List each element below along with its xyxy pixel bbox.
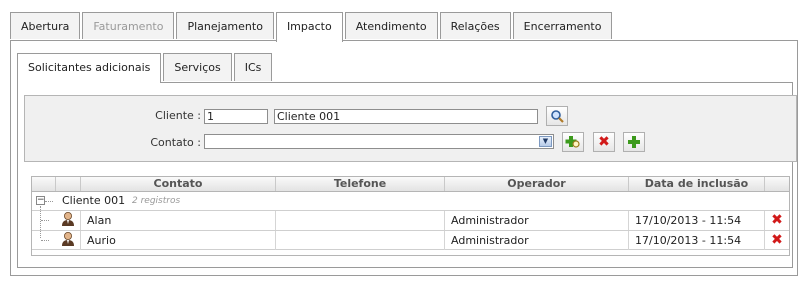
plus-icon	[628, 136, 640, 148]
cell-operador: Administrador	[445, 211, 629, 230]
tab-impacto[interactable]: Impacto	[275, 12, 343, 42]
chevron-down-icon[interactable]: ▼	[539, 136, 552, 147]
filter-box: Cliente : 1 Cliente 001 Contato : ▼ ✖	[24, 95, 797, 162]
cliente-code-input[interactable]: 1	[204, 109, 268, 124]
cell-data: 17/10/2013 - 11:54	[629, 231, 765, 250]
collapse-icon[interactable]: −	[36, 196, 45, 205]
contato-label: Contato :	[150, 136, 201, 149]
tab-abertura[interactable]: Abertura	[10, 12, 81, 39]
contacts-grid: Contato Telefone Operador Data de inclus…	[31, 176, 790, 256]
main-tab-bar: Abertura Faturamento Planejamento Impact…	[10, 12, 614, 42]
header-action-col	[765, 177, 789, 191]
tab-solicitantes-adicionais[interactable]: Solicitantes adicionais	[17, 53, 162, 83]
tab-ics[interactable]: ICs	[233, 53, 273, 81]
add-search-contato-button[interactable]	[562, 132, 584, 152]
cell-contato: Aurio	[81, 231, 276, 250]
sub-tab-bar: Solicitantes adicionais Serviços ICs	[17, 53, 274, 83]
group-row: − Cliente 001 2 registros	[32, 192, 789, 210]
search-cliente-button[interactable]	[546, 106, 568, 126]
add-contato-button[interactable]	[623, 132, 645, 152]
tab-faturamento: Faturamento	[82, 12, 175, 39]
table-row[interactable]: Aurio Administrador 17/10/2013 - 11:54 ✖	[32, 230, 789, 250]
tree-connector	[45, 201, 53, 202]
header-tree-col	[32, 177, 56, 191]
cell-data: 17/10/2013 - 11:54	[629, 211, 765, 230]
tab-relacoes[interactable]: Relações	[439, 12, 511, 39]
user-icon	[56, 211, 81, 230]
user-icon	[56, 231, 81, 250]
delete-row-icon[interactable]: ✖	[765, 211, 789, 230]
cliente-label: Cliente :	[155, 109, 201, 122]
tree-connector	[41, 240, 49, 241]
header-operador[interactable]: Operador	[445, 177, 629, 191]
header-data-inclusao[interactable]: Data de inclusão	[629, 177, 765, 191]
tab-servicos[interactable]: Serviços	[163, 53, 232, 81]
tree-connector	[41, 220, 49, 221]
cell-contato: Alan	[81, 211, 276, 230]
table-row[interactable]: Alan Administrador 17/10/2013 - 11:54 ✖	[32, 210, 789, 230]
add-search-icon	[565, 136, 580, 148]
group-count: 2 registros	[132, 196, 181, 206]
grid-header: Contato Telefone Operador Data de inclus…	[32, 177, 789, 192]
header-icon-col	[56, 177, 81, 191]
header-contato[interactable]: Contato	[81, 177, 276, 191]
delete-icon: ✖	[598, 133, 610, 150]
tab-encerramento[interactable]: Encerramento	[512, 12, 613, 39]
cell-telefone	[276, 211, 445, 230]
search-icon	[551, 110, 564, 123]
contato-select[interactable]: ▼	[204, 134, 554, 149]
cell-operador: Administrador	[445, 231, 629, 250]
cliente-name-input[interactable]: Cliente 001	[274, 109, 538, 124]
remove-contato-button[interactable]: ✖	[593, 132, 615, 152]
tab-planejamento[interactable]: Planejamento	[176, 12, 274, 39]
cell-telefone	[276, 231, 445, 250]
delete-row-icon[interactable]: ✖	[765, 231, 789, 250]
header-telefone[interactable]: Telefone	[276, 177, 445, 191]
tab-atendimento[interactable]: Atendimento	[344, 12, 438, 39]
group-label: Cliente 001	[62, 194, 126, 207]
